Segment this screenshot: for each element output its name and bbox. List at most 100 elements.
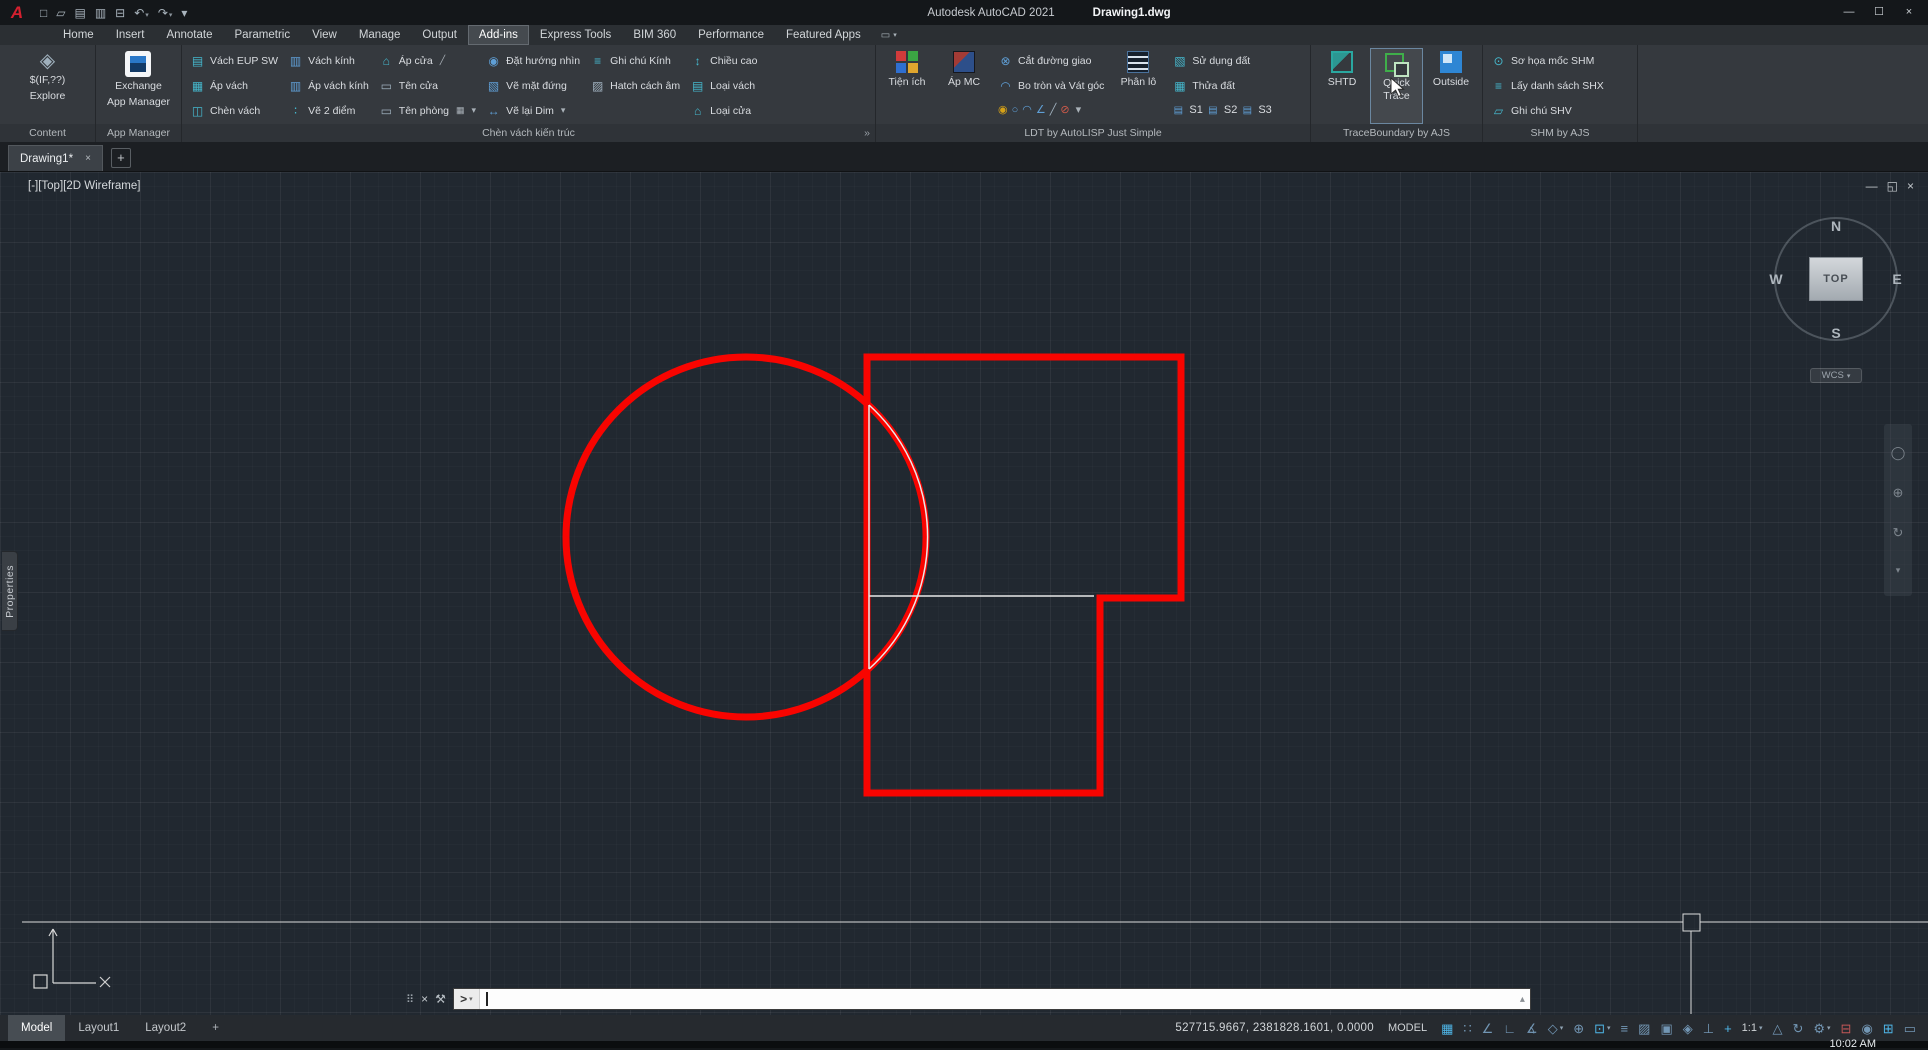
button-ghi-chu-shv[interactable]: ▱Ghi chú SHV xyxy=(1488,98,1607,123)
button-ve-lai-dim[interactable]: ↔Vẽ lại Dim▾ xyxy=(483,98,583,123)
viewport-minimize-icon[interactable]: — xyxy=(1866,179,1878,193)
snap-mode-icon[interactable]: ∷ xyxy=(1463,1022,1471,1035)
phan-lo-button[interactable]: Phân lô xyxy=(1112,48,1164,124)
panel-label-arch[interactable]: Chèn vách kiến trúc» xyxy=(182,124,875,142)
dynamic-ucs-icon[interactable]: ⊥ xyxy=(1703,1022,1714,1035)
annotation-visibility-icon[interactable]: △ xyxy=(1772,1022,1782,1035)
save-icon[interactable]: ▤ xyxy=(74,7,85,19)
panel-label-ldt[interactable]: LDT by AutoLISP Just Simple xyxy=(876,124,1310,142)
caret-icon[interactable]: ▾ xyxy=(1076,105,1082,116)
button-ten-phong[interactable]: ▭Tên phòng▦▾ xyxy=(376,98,479,123)
grid-mini-icon[interactable]: ▦ xyxy=(456,105,465,116)
file-tab-drawing1[interactable]: Drawing1* × xyxy=(8,145,103,171)
close-button[interactable]: × xyxy=(1894,0,1924,25)
command-input[interactable]: > ▾ ▴ xyxy=(453,988,1531,1010)
model-space-label[interactable]: MODEL xyxy=(1388,1022,1427,1034)
isolate-objects-icon[interactable]: ◉ xyxy=(1861,1022,1872,1035)
shtd-button[interactable]: SHTD xyxy=(1316,48,1368,124)
tab-performance[interactable]: Performance xyxy=(687,25,775,45)
navbar-caret-icon[interactable]: ▾ xyxy=(1896,566,1901,575)
command-customize-icon[interactable]: ⚒ xyxy=(435,992,446,1006)
tab-annotate[interactable]: Annotate xyxy=(155,25,223,45)
orbit-icon[interactable]: ↻ xyxy=(1893,526,1904,539)
tab-featured-apps[interactable]: Featured Apps xyxy=(775,25,872,45)
panel-label-shm[interactable]: SHM by AJS xyxy=(1483,124,1637,142)
button-ve-2-diem[interactable]: ∶Vẽ 2 điểm xyxy=(285,98,372,123)
viewcube-wcs-menu[interactable]: WCS ▾ xyxy=(1810,368,1862,383)
button-dat-huong-nhin[interactable]: ◉Đặt hướng nhìn xyxy=(483,48,583,73)
button-vach-kinh[interactable]: ▥Vách kính xyxy=(285,48,372,73)
osnap-3d-icon[interactable]: ◈ xyxy=(1683,1022,1693,1035)
arc-mini-icon[interactable]: ◠ xyxy=(1022,105,1032,116)
object-snap-tracking-icon[interactable]: ⊕ xyxy=(1573,1022,1584,1035)
dynamic-input-icon[interactable]: + xyxy=(1724,1022,1732,1035)
polar-tracking-icon[interactable]: ∡ xyxy=(1526,1022,1538,1035)
button-s2[interactable]: ▤S2 xyxy=(1207,105,1237,116)
trim-mini-icon[interactable]: ⊘ xyxy=(1060,105,1069,116)
tien-ich-button[interactable]: Tiện ích xyxy=(881,48,933,124)
circle-mini-icon[interactable]: ◉ xyxy=(998,105,1008,116)
clean-screen-icon[interactable]: ▭ xyxy=(1904,1022,1916,1035)
object-snap-icon[interactable]: ⊡▾ xyxy=(1594,1022,1610,1035)
button-vach-eup-sw[interactable]: ▤Vách EUP SW xyxy=(187,48,281,73)
isodraft-icon[interactable]: ◇▾ xyxy=(1548,1022,1564,1035)
tab-add-ins[interactable]: Add-ins xyxy=(468,25,529,45)
layout-tab-model[interactable]: Model xyxy=(8,1015,65,1041)
new-layout-button[interactable]: + xyxy=(199,1015,232,1041)
button-ten-cua[interactable]: ▭Tên cửa xyxy=(376,73,479,98)
panel-label-content[interactable]: Content xyxy=(0,124,95,142)
button-s3[interactable]: ▤S3 xyxy=(1241,105,1271,116)
caret-icon[interactable]: ▾ xyxy=(561,105,566,116)
viewcube-west[interactable]: W xyxy=(1769,271,1782,287)
tab-parametric[interactable]: Parametric xyxy=(224,25,302,45)
tab-insert[interactable]: Insert xyxy=(105,25,156,45)
button-chieu-cao[interactable]: ↕Chiều cao xyxy=(687,48,760,73)
steering-wheel-icon[interactable]: ◯ xyxy=(1891,446,1906,459)
recent-commands-icon[interactable]: ▴ xyxy=(1520,994,1525,1005)
tab-express-tools[interactable]: Express Tools xyxy=(529,25,622,45)
properties-palette-tab[interactable]: Properties xyxy=(2,551,18,631)
viewport-close-icon[interactable]: × xyxy=(1907,179,1914,193)
button-hatch-cach-am[interactable]: ▨Hatch cách âm xyxy=(587,73,683,98)
pencil-icon[interactable]: ╱ xyxy=(440,55,445,66)
command-grip-icon[interactable]: ⠿ xyxy=(406,993,414,1006)
layout-tab-layout2[interactable]: Layout2 xyxy=(132,1015,199,1041)
graphics-performance-icon[interactable]: ⊞ xyxy=(1883,1022,1894,1035)
transparency-icon[interactable]: ▨ xyxy=(1638,1022,1650,1035)
infer-constraints-icon[interactable]: ∠ xyxy=(1482,1022,1494,1035)
viewcube-top-face[interactable]: TOP xyxy=(1809,257,1863,301)
command-prompt-icon[interactable]: > ▾ xyxy=(454,989,480,1009)
button-so-hoa-moc-shm[interactable]: ⊙Sơ họa mốc SHM xyxy=(1488,48,1607,73)
open-file-icon[interactable]: ▱ xyxy=(56,7,65,19)
button-ap-vach[interactable]: ▦Áp vách xyxy=(187,73,281,98)
button-thua-dat[interactable]: ▦Thửa đất xyxy=(1169,73,1274,98)
file-tab-close-icon[interactable]: × xyxy=(85,153,91,164)
viewcube-east[interactable]: E xyxy=(1892,271,1901,287)
panel-label-app-manager[interactable]: App Manager xyxy=(96,124,181,142)
redo-icon[interactable]: ↷▾ xyxy=(158,7,173,19)
selection-cycling-icon[interactable]: ▣ xyxy=(1660,1022,1672,1035)
layout-tab-layout1[interactable]: Layout1 xyxy=(65,1015,132,1041)
button-lay-danh-sach-shx[interactable]: ≡Lấy danh sách SHX xyxy=(1488,73,1607,98)
lineweight-icon[interactable]: ≡ xyxy=(1621,1022,1629,1035)
button-ap-cua[interactable]: ⌂Áp cửa╱ xyxy=(376,48,479,73)
maximize-button[interactable]: ☐ xyxy=(1864,0,1894,25)
grid-toggle-icon[interactable]: ▦ xyxy=(1441,1022,1453,1035)
tab-output[interactable]: Output xyxy=(411,25,468,45)
outside-button[interactable]: Outside xyxy=(1425,48,1477,124)
button-loai-vach[interactable]: ▤Loại vách xyxy=(687,73,760,98)
minimize-button[interactable]: — xyxy=(1834,0,1864,25)
undo-icon[interactable]: ↶▾ xyxy=(134,7,149,19)
button-bo-tron-vat-goc[interactable]: ◠Bo tròn và Vát góc xyxy=(995,73,1107,98)
command-close-icon[interactable]: × xyxy=(421,992,428,1006)
annotation-scale-control[interactable]: 1:1▾ xyxy=(1742,1023,1763,1034)
angle-mini-icon[interactable]: ∠ xyxy=(1036,105,1046,116)
viewport-restore-icon[interactable]: ◱ xyxy=(1887,179,1898,193)
viewport-controls-label[interactable]: [-][Top][2D Wireframe] xyxy=(28,180,140,192)
viewcube-south[interactable]: S xyxy=(1831,325,1840,341)
tab-manage[interactable]: Manage xyxy=(348,25,412,45)
button-cat-duong-giao[interactable]: ⊗Cắt đường giao xyxy=(995,48,1107,73)
viewcube-north[interactable]: N xyxy=(1831,218,1841,234)
workspace-switching-icon[interactable]: ⚙▾ xyxy=(1813,1022,1830,1035)
plot-icon[interactable]: ⊟ xyxy=(115,7,125,19)
